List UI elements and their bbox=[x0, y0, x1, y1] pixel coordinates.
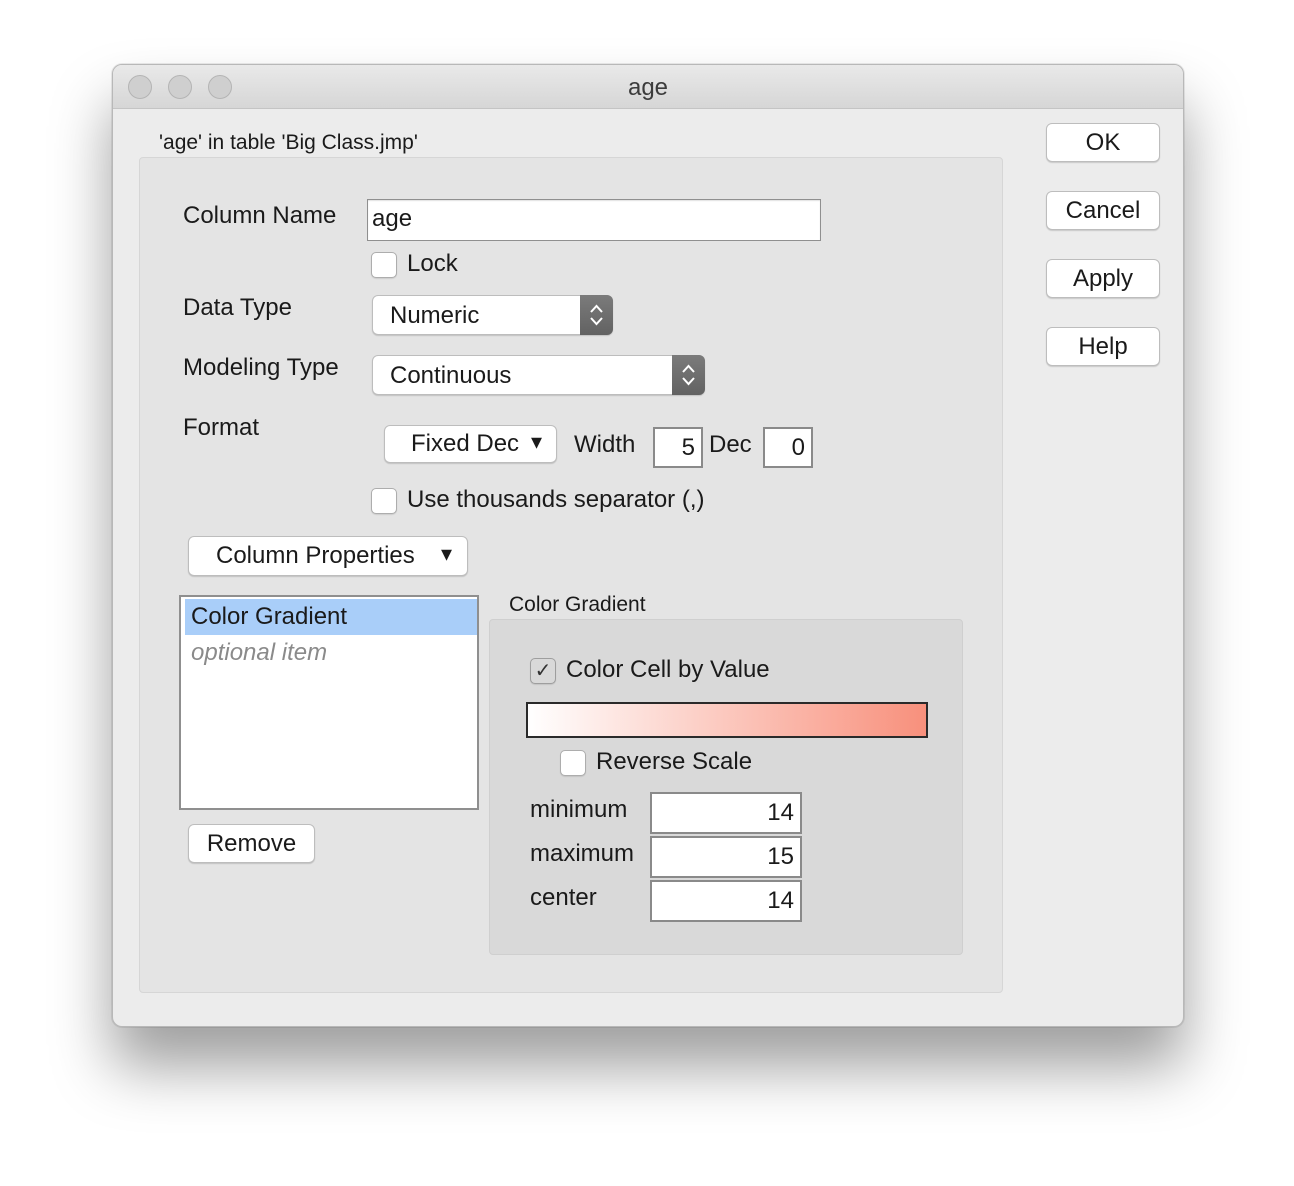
column-properties-menu[interactable]: Column Properties ▾ bbox=[188, 536, 468, 576]
chevron-up-down-icon bbox=[590, 304, 603, 326]
ok-button[interactable]: OK bbox=[1046, 123, 1160, 162]
lock-label: Lock bbox=[407, 250, 458, 277]
color-cell-checkbox[interactable]: ✓ bbox=[530, 658, 556, 684]
color-gradient-title: Color Gradient bbox=[509, 593, 646, 616]
data-type-stepper bbox=[580, 295, 613, 335]
window-title: age bbox=[627, 74, 669, 101]
modeling-type-select[interactable]: Continuous bbox=[372, 355, 705, 395]
dec-label: Dec bbox=[709, 431, 752, 458]
width-label: Width bbox=[574, 431, 636, 458]
format-label: Format bbox=[183, 414, 260, 441]
color-gradient-group: ✓ Color Cell by Value Reverse Scale mini… bbox=[489, 619, 963, 955]
minimum-label: minimum bbox=[530, 796, 628, 823]
data-type-select[interactable]: Numeric bbox=[372, 295, 613, 335]
column-name-label: Column Name bbox=[183, 202, 337, 229]
title-bar: age bbox=[113, 65, 1183, 109]
width-input[interactable]: 5 bbox=[653, 427, 703, 468]
modeling-type-value: Continuous bbox=[390, 362, 512, 389]
color-gradient-bar[interactable] bbox=[526, 702, 928, 738]
thousands-separator-checkbox[interactable] bbox=[371, 488, 397, 514]
reverse-scale-checkbox[interactable] bbox=[560, 750, 586, 776]
column-properties-label: Column Properties bbox=[216, 542, 415, 569]
cancel-button[interactable]: Cancel bbox=[1046, 191, 1160, 230]
center-label: center bbox=[530, 884, 597, 911]
lock-checkbox[interactable] bbox=[371, 252, 397, 278]
check-icon: ✓ bbox=[534, 660, 552, 682]
apply-button[interactable]: Apply bbox=[1046, 259, 1160, 298]
dialog-window: age 'age' in table 'Big Class.jmp' OK Ca… bbox=[112, 64, 1184, 1027]
dropdown-arrow-icon: ▾ bbox=[441, 541, 453, 566]
gradient-fill bbox=[528, 704, 926, 736]
list-item-optional[interactable]: optional item bbox=[185, 635, 477, 671]
column-properties-list[interactable]: Color Gradient optional item bbox=[179, 595, 479, 810]
table-subtitle: 'age' in table 'Big Class.jmp' bbox=[159, 131, 418, 154]
list-item-color-gradient[interactable]: Color Gradient bbox=[185, 599, 477, 635]
help-button[interactable]: Help bbox=[1046, 327, 1160, 366]
modeling-type-stepper bbox=[672, 355, 705, 395]
data-type-value: Numeric bbox=[390, 302, 480, 329]
thousands-separator-label: Use thousands separator (,) bbox=[407, 486, 705, 513]
maximum-input[interactable]: 15 bbox=[650, 836, 802, 878]
reverse-scale-label: Reverse Scale bbox=[596, 748, 753, 775]
minimum-input[interactable]: 14 bbox=[650, 792, 802, 834]
chevron-up-down-icon bbox=[682, 364, 695, 386]
dec-input[interactable]: 0 bbox=[763, 427, 813, 468]
center-input[interactable]: 14 bbox=[650, 880, 802, 922]
column-name-input[interactable]: age bbox=[367, 199, 821, 241]
format-value: Fixed Dec bbox=[411, 430, 520, 457]
data-type-label: Data Type bbox=[183, 294, 292, 321]
dropdown-arrow-icon: ▾ bbox=[531, 429, 543, 454]
maximum-label: maximum bbox=[530, 840, 635, 867]
remove-button[interactable]: Remove bbox=[188, 824, 315, 863]
format-select[interactable]: Fixed Dec ▾ bbox=[384, 425, 557, 463]
color-cell-label: Color Cell by Value bbox=[566, 656, 770, 683]
modeling-type-label: Modeling Type bbox=[183, 354, 339, 381]
